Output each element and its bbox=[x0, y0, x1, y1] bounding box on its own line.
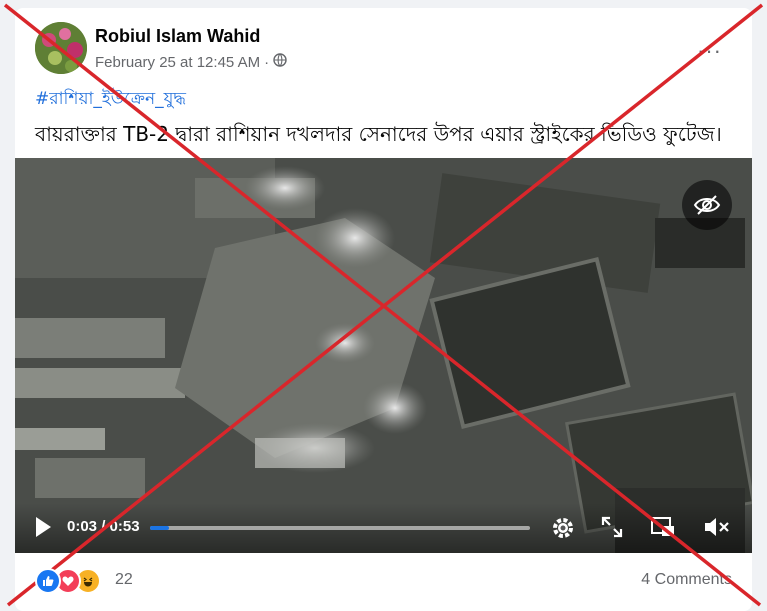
current-time: 0:03 bbox=[67, 518, 98, 535]
time-separator: / bbox=[101, 518, 106, 535]
settings-icon[interactable] bbox=[550, 515, 576, 546]
picture-in-picture-icon[interactable] bbox=[650, 515, 676, 544]
progress-fill bbox=[150, 526, 169, 530]
play-icon[interactable] bbox=[33, 515, 53, 544]
eye-slash-icon[interactable] bbox=[682, 180, 732, 230]
post-card: Robiul Islam Wahid February 25 at 12:45 … bbox=[15, 8, 752, 611]
video-controls: 0:03 / 0:53 bbox=[15, 503, 752, 553]
reaction-icons[interactable] bbox=[35, 568, 101, 594]
video-player[interactable]: 0:03 / 0:53 bbox=[15, 158, 752, 553]
post-footer: 22 4 Comments bbox=[15, 566, 752, 606]
reaction-count[interactable]: 22 bbox=[115, 571, 133, 589]
volume-mute-icon[interactable] bbox=[703, 515, 731, 544]
globe-icon bbox=[273, 53, 287, 71]
hashtag-link[interactable]: #রাশিয়া_ইউক্রেন_যুদ্ধ bbox=[35, 86, 186, 114]
avatar[interactable] bbox=[35, 22, 87, 74]
duration: 0:53 bbox=[109, 518, 140, 535]
fullscreen-icon[interactable] bbox=[600, 515, 624, 544]
comments-link[interactable]: 4 Comments bbox=[641, 571, 732, 589]
post-timestamp[interactable]: February 25 at 12:45 AM bbox=[95, 54, 260, 71]
like-icon bbox=[35, 568, 61, 594]
author-name[interactable]: Robiul Islam Wahid bbox=[95, 26, 260, 47]
post-meta: February 25 at 12:45 AM · bbox=[95, 53, 287, 71]
post-caption: বায়রাক্তার TB-2 দ্বারা রাশিয়ান দখলদার … bbox=[35, 122, 722, 146]
video-frame bbox=[15, 158, 752, 553]
meta-separator: · bbox=[264, 53, 270, 71]
video-time: 0:03 / 0:53 bbox=[67, 518, 140, 535]
progress-bar[interactable] bbox=[150, 526, 530, 530]
more-icon[interactable]: ··· bbox=[697, 38, 722, 64]
